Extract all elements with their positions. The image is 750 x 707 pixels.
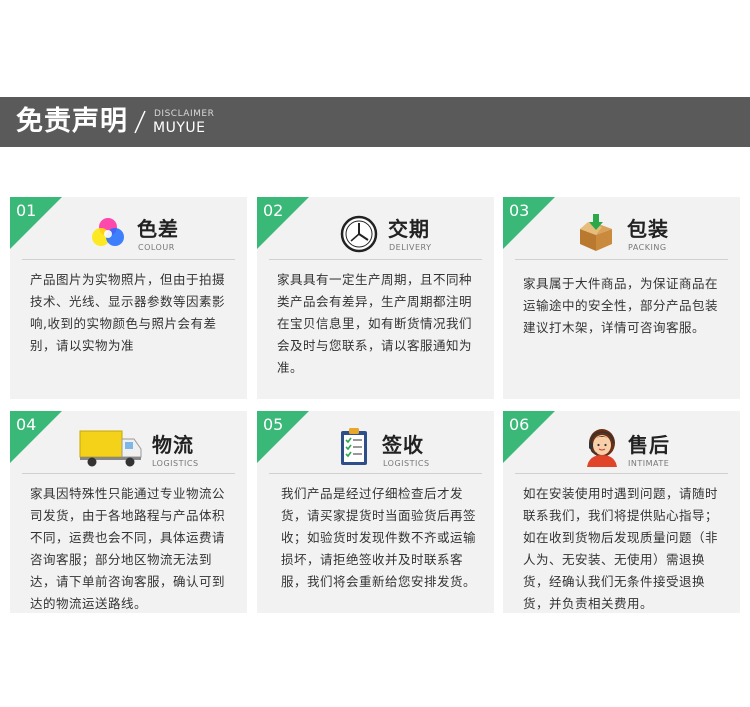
card-colour: 01 色差 COLOUR 产品图片为实物照片，但由于拍摄技术、光线、显示器参数等… bbox=[10, 197, 247, 399]
card-number: 05 bbox=[263, 415, 284, 434]
card-number: 04 bbox=[16, 415, 37, 434]
card-number: 02 bbox=[263, 201, 284, 220]
card-title: 交期 bbox=[388, 217, 430, 241]
card-number: 06 bbox=[509, 415, 530, 434]
card-body: 家具因特殊性只能通过专业物流公司发货，由于各地路程与产品体积不同，运费也会不同，… bbox=[30, 486, 226, 611]
clock-icon bbox=[340, 215, 378, 253]
header-bar: 免责声明 DISCLAIMER MUYUE bbox=[0, 97, 750, 147]
slash-icon bbox=[134, 110, 146, 134]
card-body: 家具具有一定生产周期，且不同种类产品会有差异，生产周期都注明在宝贝信息里，如有断… bbox=[277, 272, 473, 375]
card-number: 03 bbox=[509, 201, 530, 220]
card-title: 包装 bbox=[627, 217, 669, 241]
clipboard-icon bbox=[341, 428, 367, 465]
divider bbox=[269, 473, 482, 474]
card-body: 如在安装使用时遇到问题，请随时联系我们，我们将提供贴心指导； 如在收到货物后发现… bbox=[523, 486, 719, 611]
card-logistics: 04 物流 LOGISTICS 家具因特殊性只能通过专业物流公司发货，由于各地路… bbox=[10, 411, 247, 613]
divider bbox=[269, 259, 482, 260]
divider bbox=[22, 259, 235, 260]
header-subtitle-disclaimer: DISCLAIMER bbox=[154, 109, 215, 119]
divider bbox=[22, 473, 235, 474]
truck-icon bbox=[79, 430, 142, 467]
box-icon bbox=[580, 214, 612, 251]
card-body: 我们产品是经过仔细检查后才发货，请买家提货时当面验货后再签收；如验货时发现件数不… bbox=[281, 486, 477, 589]
card-number: 01 bbox=[16, 201, 37, 220]
card-packing: 03 包装 PACKING 家具属于大件商品，为保证商品在运输途中的安全性，部分… bbox=[503, 197, 740, 399]
card-subtitle: LOGISTICS bbox=[152, 459, 199, 468]
service-agent-icon bbox=[587, 429, 617, 467]
card-delivery: 02 交期 DELIVERY 家具具有一定生产周期，且不同种类产品会有差异，生产… bbox=[257, 197, 494, 399]
card-subtitle: DELIVERY bbox=[389, 243, 432, 252]
card-subtitle: LOGISTICS bbox=[383, 459, 430, 468]
card-subtitle: COLOUR bbox=[138, 243, 175, 252]
card-subtitle: PACKING bbox=[628, 243, 667, 252]
card-body: 产品图片为实物照片，但由于拍摄技术、光线、显示器参数等因素影响,收到的实物颜色与… bbox=[30, 272, 226, 353]
divider bbox=[515, 473, 728, 474]
header-subtitle-brand: MUYUE bbox=[153, 120, 206, 136]
page-title: 免责声明 bbox=[16, 106, 128, 137]
card-body: 家具属于大件商品，为保证商品在运输途中的安全性，部分产品包装建议打木架，详情可咨… bbox=[523, 276, 719, 335]
card-aftersales: 06 售后 INTIMATE 如在安装使用时遇到问题，请随时联系我们，我们将提供… bbox=[503, 411, 740, 613]
card-title: 签收 bbox=[382, 433, 424, 457]
card-subtitle: INTIMATE bbox=[628, 459, 670, 468]
card-signoff: 05 签收 LOGISTICS 我们产品是经过仔细检查后才发货，请买家提货时当面… bbox=[257, 411, 494, 613]
color-circles-icon bbox=[92, 218, 124, 246]
card-title: 色差 bbox=[137, 217, 179, 241]
divider bbox=[515, 259, 728, 260]
card-title: 售后 bbox=[628, 433, 670, 457]
card-title: 物流 bbox=[152, 433, 194, 457]
